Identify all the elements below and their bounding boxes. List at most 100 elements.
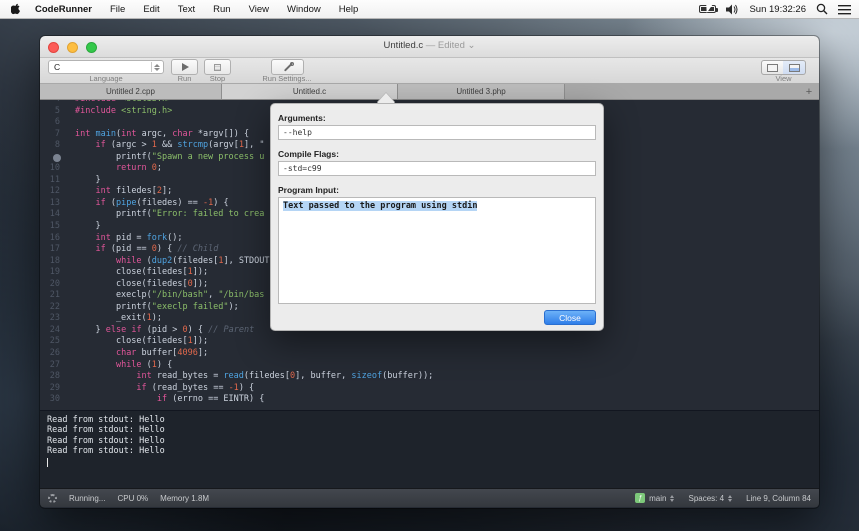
line-number: 20 bbox=[40, 279, 70, 291]
menu-item-window[interactable]: Window bbox=[278, 4, 330, 15]
run-settings-label: Run Settings... bbox=[254, 74, 320, 83]
code-text: close(filedes[1]); bbox=[70, 267, 208, 279]
spotlight-icon[interactable] bbox=[816, 3, 828, 15]
line-number: 27 bbox=[40, 360, 70, 372]
compile-flags-input[interactable]: -std=c99 bbox=[278, 161, 596, 176]
tab-untitled-3-php[interactable]: Untitled 3.php bbox=[398, 84, 565, 99]
menu-app-name[interactable]: CodeRunner bbox=[26, 4, 101, 15]
running-spinner-icon bbox=[48, 494, 57, 503]
edited-indicator[interactable]: — Edited ⌄ bbox=[423, 40, 475, 51]
run-button[interactable] bbox=[171, 59, 198, 75]
menu-item-file[interactable]: File bbox=[101, 4, 134, 15]
view-split-console-button[interactable] bbox=[783, 60, 806, 75]
cpu-usage: CPU 0% bbox=[117, 494, 148, 503]
stop-button[interactable] bbox=[204, 59, 231, 75]
scope-value: main bbox=[649, 494, 666, 503]
code-text bbox=[70, 117, 75, 129]
line-number: 30 bbox=[40, 394, 70, 406]
spaces-popup[interactable]: Spaces: 4 bbox=[688, 494, 732, 503]
line-number: 16 bbox=[40, 233, 70, 245]
title-bar[interactable]: Untitled.c — Edited ⌄ bbox=[40, 36, 819, 58]
code-line-28[interactable]: 28 int read_bytes = read(filedes[0], buf… bbox=[40, 371, 819, 383]
code-line-29[interactable]: 29 if (read_bytes == -1) { bbox=[40, 383, 819, 395]
compile-flags-label: Compile Flags: bbox=[278, 149, 339, 159]
notification-center-icon[interactable] bbox=[838, 4, 851, 15]
line-number: 21 bbox=[40, 290, 70, 302]
code-text: execlp("/bin/bash", "/bin/bas bbox=[70, 290, 264, 302]
cursor-position[interactable]: Line 9, Column 84 bbox=[746, 494, 811, 503]
code-text: while (1) { bbox=[70, 360, 172, 372]
code-text: } else if (pid > 0) { // Parent bbox=[70, 325, 254, 337]
language-select[interactable]: C bbox=[48, 60, 164, 74]
console-output[interactable]: Read from stdout: HelloRead from stdout:… bbox=[40, 410, 819, 488]
console-line: Read from stdout: Hello bbox=[47, 425, 819, 435]
line-number: 23 bbox=[40, 313, 70, 325]
line-number: 15 bbox=[40, 221, 70, 233]
menu-item-run[interactable]: Run bbox=[204, 4, 239, 15]
language-value: C bbox=[54, 62, 60, 72]
volume-icon[interactable] bbox=[726, 4, 739, 15]
console-line: Read from stdout: Hello bbox=[47, 446, 819, 456]
scope-stepper-icon bbox=[670, 495, 674, 502]
tab-untitled-2-cpp[interactable]: Untitled 2.cpp bbox=[40, 84, 222, 99]
tab-untitled-c[interactable]: Untitled.c bbox=[222, 84, 398, 99]
line-number: 18 bbox=[40, 256, 70, 268]
split-console-icon bbox=[789, 64, 800, 72]
menu-bar: CodeRunner FileEditTextRunViewWindowHelp… bbox=[0, 0, 859, 19]
desktop: CodeRunner FileEditTextRunViewWindowHelp… bbox=[0, 0, 859, 531]
line-number: 13 bbox=[40, 198, 70, 210]
line-number: 7 bbox=[40, 129, 70, 141]
code-text: char buffer[4096]; bbox=[70, 348, 208, 360]
line-number: 17 bbox=[40, 244, 70, 256]
menu-clock[interactable]: Sun 19:32:26 bbox=[749, 4, 806, 15]
code-text: if (errno == EINTR) { bbox=[70, 394, 264, 406]
line-badge-icon[interactable] bbox=[53, 154, 61, 162]
console-line: Read from stdout: Hello bbox=[47, 436, 819, 446]
battery-icon[interactable] bbox=[699, 5, 716, 13]
code-text: if (pid == 0) { // Child bbox=[70, 244, 218, 256]
arguments-label: Arguments: bbox=[278, 113, 326, 123]
status-bar: Running... CPU 0% Memory 1.8M ƒ main Spa… bbox=[40, 488, 819, 507]
code-text: close(filedes[0]); bbox=[70, 279, 208, 291]
code-text: int pid = fork(); bbox=[70, 233, 183, 245]
line-number: 14 bbox=[40, 209, 70, 221]
run-settings-icon bbox=[282, 61, 294, 73]
play-icon bbox=[182, 63, 189, 71]
apple-menu-icon[interactable] bbox=[8, 3, 26, 16]
scope-popup[interactable]: ƒ main bbox=[635, 493, 674, 503]
line-number: 22 bbox=[40, 302, 70, 314]
code-line-26[interactable]: 26 char buffer[4096]; bbox=[40, 348, 819, 360]
menu-item-text[interactable]: Text bbox=[169, 4, 204, 15]
menu-item-help[interactable]: Help bbox=[330, 4, 368, 15]
code-line-25[interactable]: 25 close(filedes[1]); bbox=[40, 336, 819, 348]
apple-logo-icon bbox=[11, 3, 23, 16]
code-text: } bbox=[70, 175, 101, 187]
close-button[interactable]: Close bbox=[544, 310, 596, 325]
run-label: Run bbox=[171, 74, 198, 83]
menu-item-edit[interactable]: Edit bbox=[134, 4, 168, 15]
run-settings-button[interactable] bbox=[271, 59, 304, 75]
code-text: if (argc > 1 && strcmp(argv[1], " bbox=[70, 140, 264, 152]
new-tab-button[interactable]: + bbox=[799, 84, 819, 99]
arguments-input[interactable]: --help bbox=[278, 125, 596, 140]
code-text: #include <string.h> bbox=[70, 106, 172, 118]
editor-only-icon bbox=[767, 64, 778, 72]
code-line-30[interactable]: 30 if (errno == EINTR) { bbox=[40, 394, 819, 406]
code-text: int main(int argc, char *argv[]) { bbox=[70, 129, 249, 141]
code-text: if (pipe(filedes) == -1) { bbox=[70, 198, 229, 210]
console-line: Read from stdout: Hello bbox=[47, 415, 819, 425]
code-line-27[interactable]: 27 while (1) { bbox=[40, 360, 819, 372]
document-title: Untitled.c bbox=[384, 40, 424, 51]
line-number: 24 bbox=[40, 325, 70, 337]
arguments-value: --help bbox=[283, 128, 312, 137]
memory-usage: Memory 1.8M bbox=[160, 494, 209, 503]
run-settings-popover: Arguments: --help Compile Flags: -std=c9… bbox=[270, 103, 604, 331]
code-text: int read_bytes = read(filedes[0], buffer… bbox=[70, 371, 433, 383]
code-text: close(filedes[1]); bbox=[70, 336, 208, 348]
view-editor-only-button[interactable] bbox=[761, 60, 784, 75]
menu-item-view[interactable]: View bbox=[240, 4, 278, 15]
line-number: 19 bbox=[40, 267, 70, 279]
language-label: Language bbox=[48, 74, 164, 83]
program-input-textarea[interactable]: Text passed to the program using stdin bbox=[278, 197, 596, 304]
line-number: 12 bbox=[40, 186, 70, 198]
